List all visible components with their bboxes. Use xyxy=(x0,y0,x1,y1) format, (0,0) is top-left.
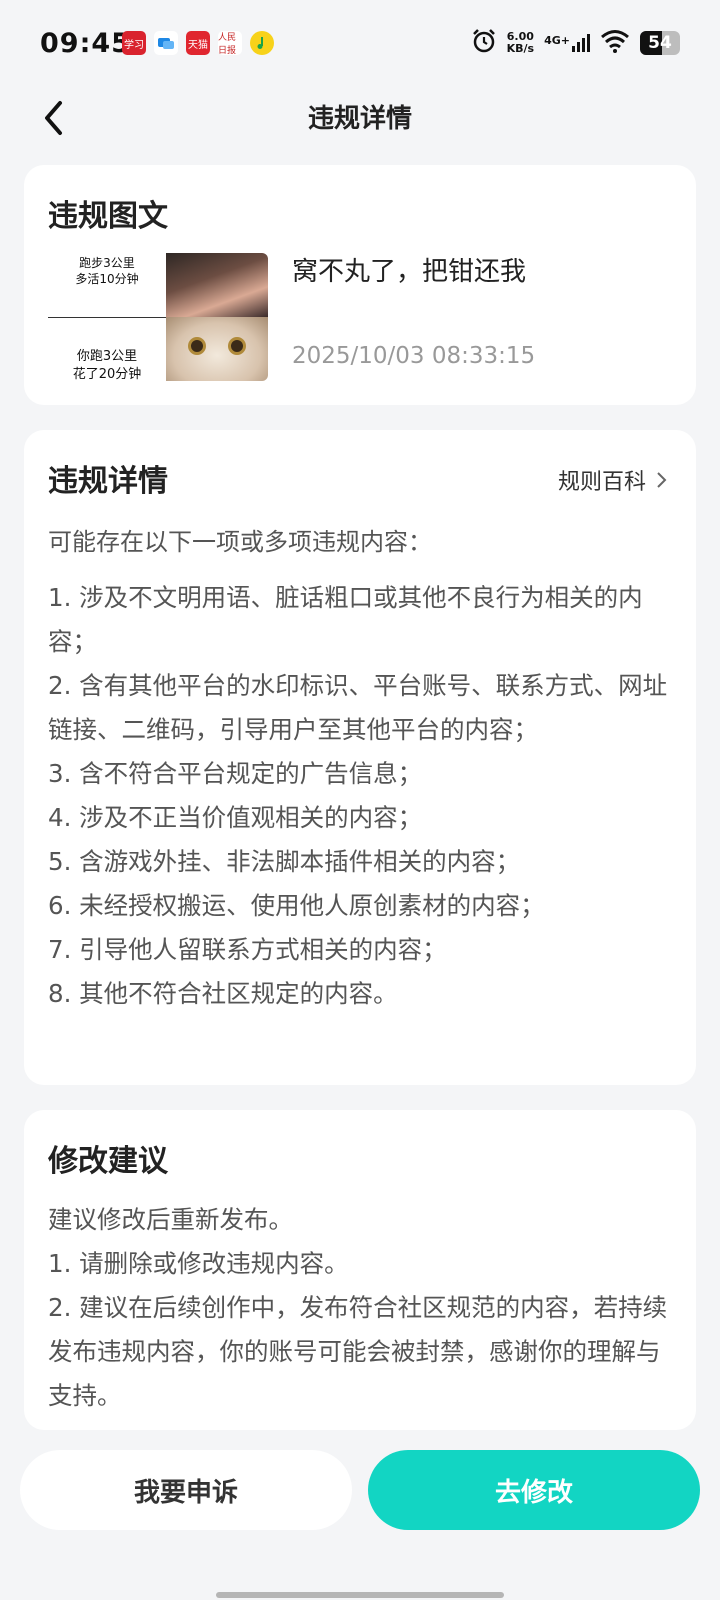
message-app-icon xyxy=(154,31,178,55)
suggestion-body: 建议修改后重新发布。 1. 请删除或修改违规内容。 2. 建议在后续创作中，发布… xyxy=(48,1198,674,1418)
thumbnail-cat-image xyxy=(166,317,268,381)
status-bar: 09:45 学习 天猫 人民日报 6.00 KB/s 4G+ 54 xyxy=(0,0,720,90)
suggestion-line: 1. 请删除或修改违规内容。 xyxy=(48,1249,349,1278)
home-indicator[interactable] xyxy=(216,1592,504,1598)
list-item: 4. 涉及不正当价值观相关的内容； xyxy=(48,803,423,832)
suggestion-line: 建议修改后重新发布。 xyxy=(48,1205,293,1234)
post-title: 窝不丸了，把钳还我 xyxy=(292,257,527,287)
list-item: 5. 含游戏外挂、非法脚本插件相关的内容； xyxy=(48,847,521,876)
section-heading: 违规详情 xyxy=(48,464,168,499)
appeal-button[interactable]: 我要申诉 xyxy=(20,1450,352,1530)
battery-indicator: 54 xyxy=(640,31,680,55)
section-heading: 违规图文 xyxy=(48,199,168,234)
post-timestamp: 2025/10/03 08:33:15 xyxy=(292,343,536,369)
tmall-app-icon: 天猫 xyxy=(186,31,210,55)
alarm-icon xyxy=(471,28,497,58)
page-title: 违规详情 xyxy=(307,104,412,134)
thumbnail-text-top: 跑步3公里 多活10分钟 xyxy=(48,253,166,317)
rules-link-label: 规则百科 xyxy=(557,470,646,495)
chevron-right-icon xyxy=(657,472,667,488)
list-item: 7. 引导他人留联系方式相关的内容； xyxy=(48,935,447,964)
network-speed: 6.00 KB/s xyxy=(506,30,535,55)
suggestion-line: 2. 建议在后续创作中，发布符合社区规范的内容，若持续发布违规内容，你的账号可能… xyxy=(48,1293,668,1410)
suggestion-card: 修改建议 建议修改后重新发布。 1. 请删除或修改违规内容。 2. 建议在后续创… xyxy=(24,1110,696,1430)
top-nav: 违规详情 xyxy=(0,90,720,160)
violation-list: 1. 涉及不文明用语、脏话粗口或其他不良行为相关的内容； 2. 含有其他平台的水… xyxy=(48,576,674,1016)
study-app-icon: 学习 xyxy=(122,31,146,55)
list-item: 2. 含有其他平台的水印标识、平台账号、联系方式、网址链接、二维码，引导用户至其… xyxy=(48,671,668,744)
list-item: 3. 含不符合平台规定的广告信息； xyxy=(48,759,423,788)
section-heading: 修改建议 xyxy=(48,1144,168,1179)
thumbnail-photo xyxy=(166,253,268,317)
qq-music-app-icon xyxy=(250,31,274,55)
cellular-signal-icon: 4G+ xyxy=(544,34,590,52)
rules-encyclopedia-link[interactable]: 规则百科 xyxy=(558,464,668,496)
post-thumbnail[interactable]: 跑步3公里 多活10分钟 你跑3公里 花了20分钟 xyxy=(48,253,268,381)
thumbnail-text-bottom: 你跑3公里 花了20分钟 xyxy=(48,317,166,381)
modify-button[interactable]: 去修改 xyxy=(368,1450,700,1530)
notification-icons: 学习 天猫 人民日报 xyxy=(122,31,274,56)
list-item: 1. 涉及不文明用语、脏话粗口或其他不良行为相关的内容； xyxy=(48,583,643,656)
details-intro: 可能存在以下一项或多项违规内容： xyxy=(48,528,432,556)
peoples-daily-app-icon: 人民日报 xyxy=(218,31,242,56)
wifi-icon xyxy=(600,29,630,57)
list-item: 8. 其他不符合社区规定的内容。 xyxy=(48,979,398,1008)
violation-details-card: 违规详情 规则百科 可能存在以下一项或多项违规内容： 1. 涉及不文明用语、脏话… xyxy=(24,430,696,1085)
list-item: 6. 未经授权搬运、使用他人原创素材的内容； xyxy=(48,891,545,920)
violating-post-card: 违规图文 跑步3公里 多活10分钟 你跑3公里 花了20分钟 窝不丸了，把钳还我… xyxy=(24,165,696,405)
bottom-action-bar: 我要申诉 去修改 xyxy=(0,1430,720,1600)
status-time: 09:45 xyxy=(40,28,131,59)
